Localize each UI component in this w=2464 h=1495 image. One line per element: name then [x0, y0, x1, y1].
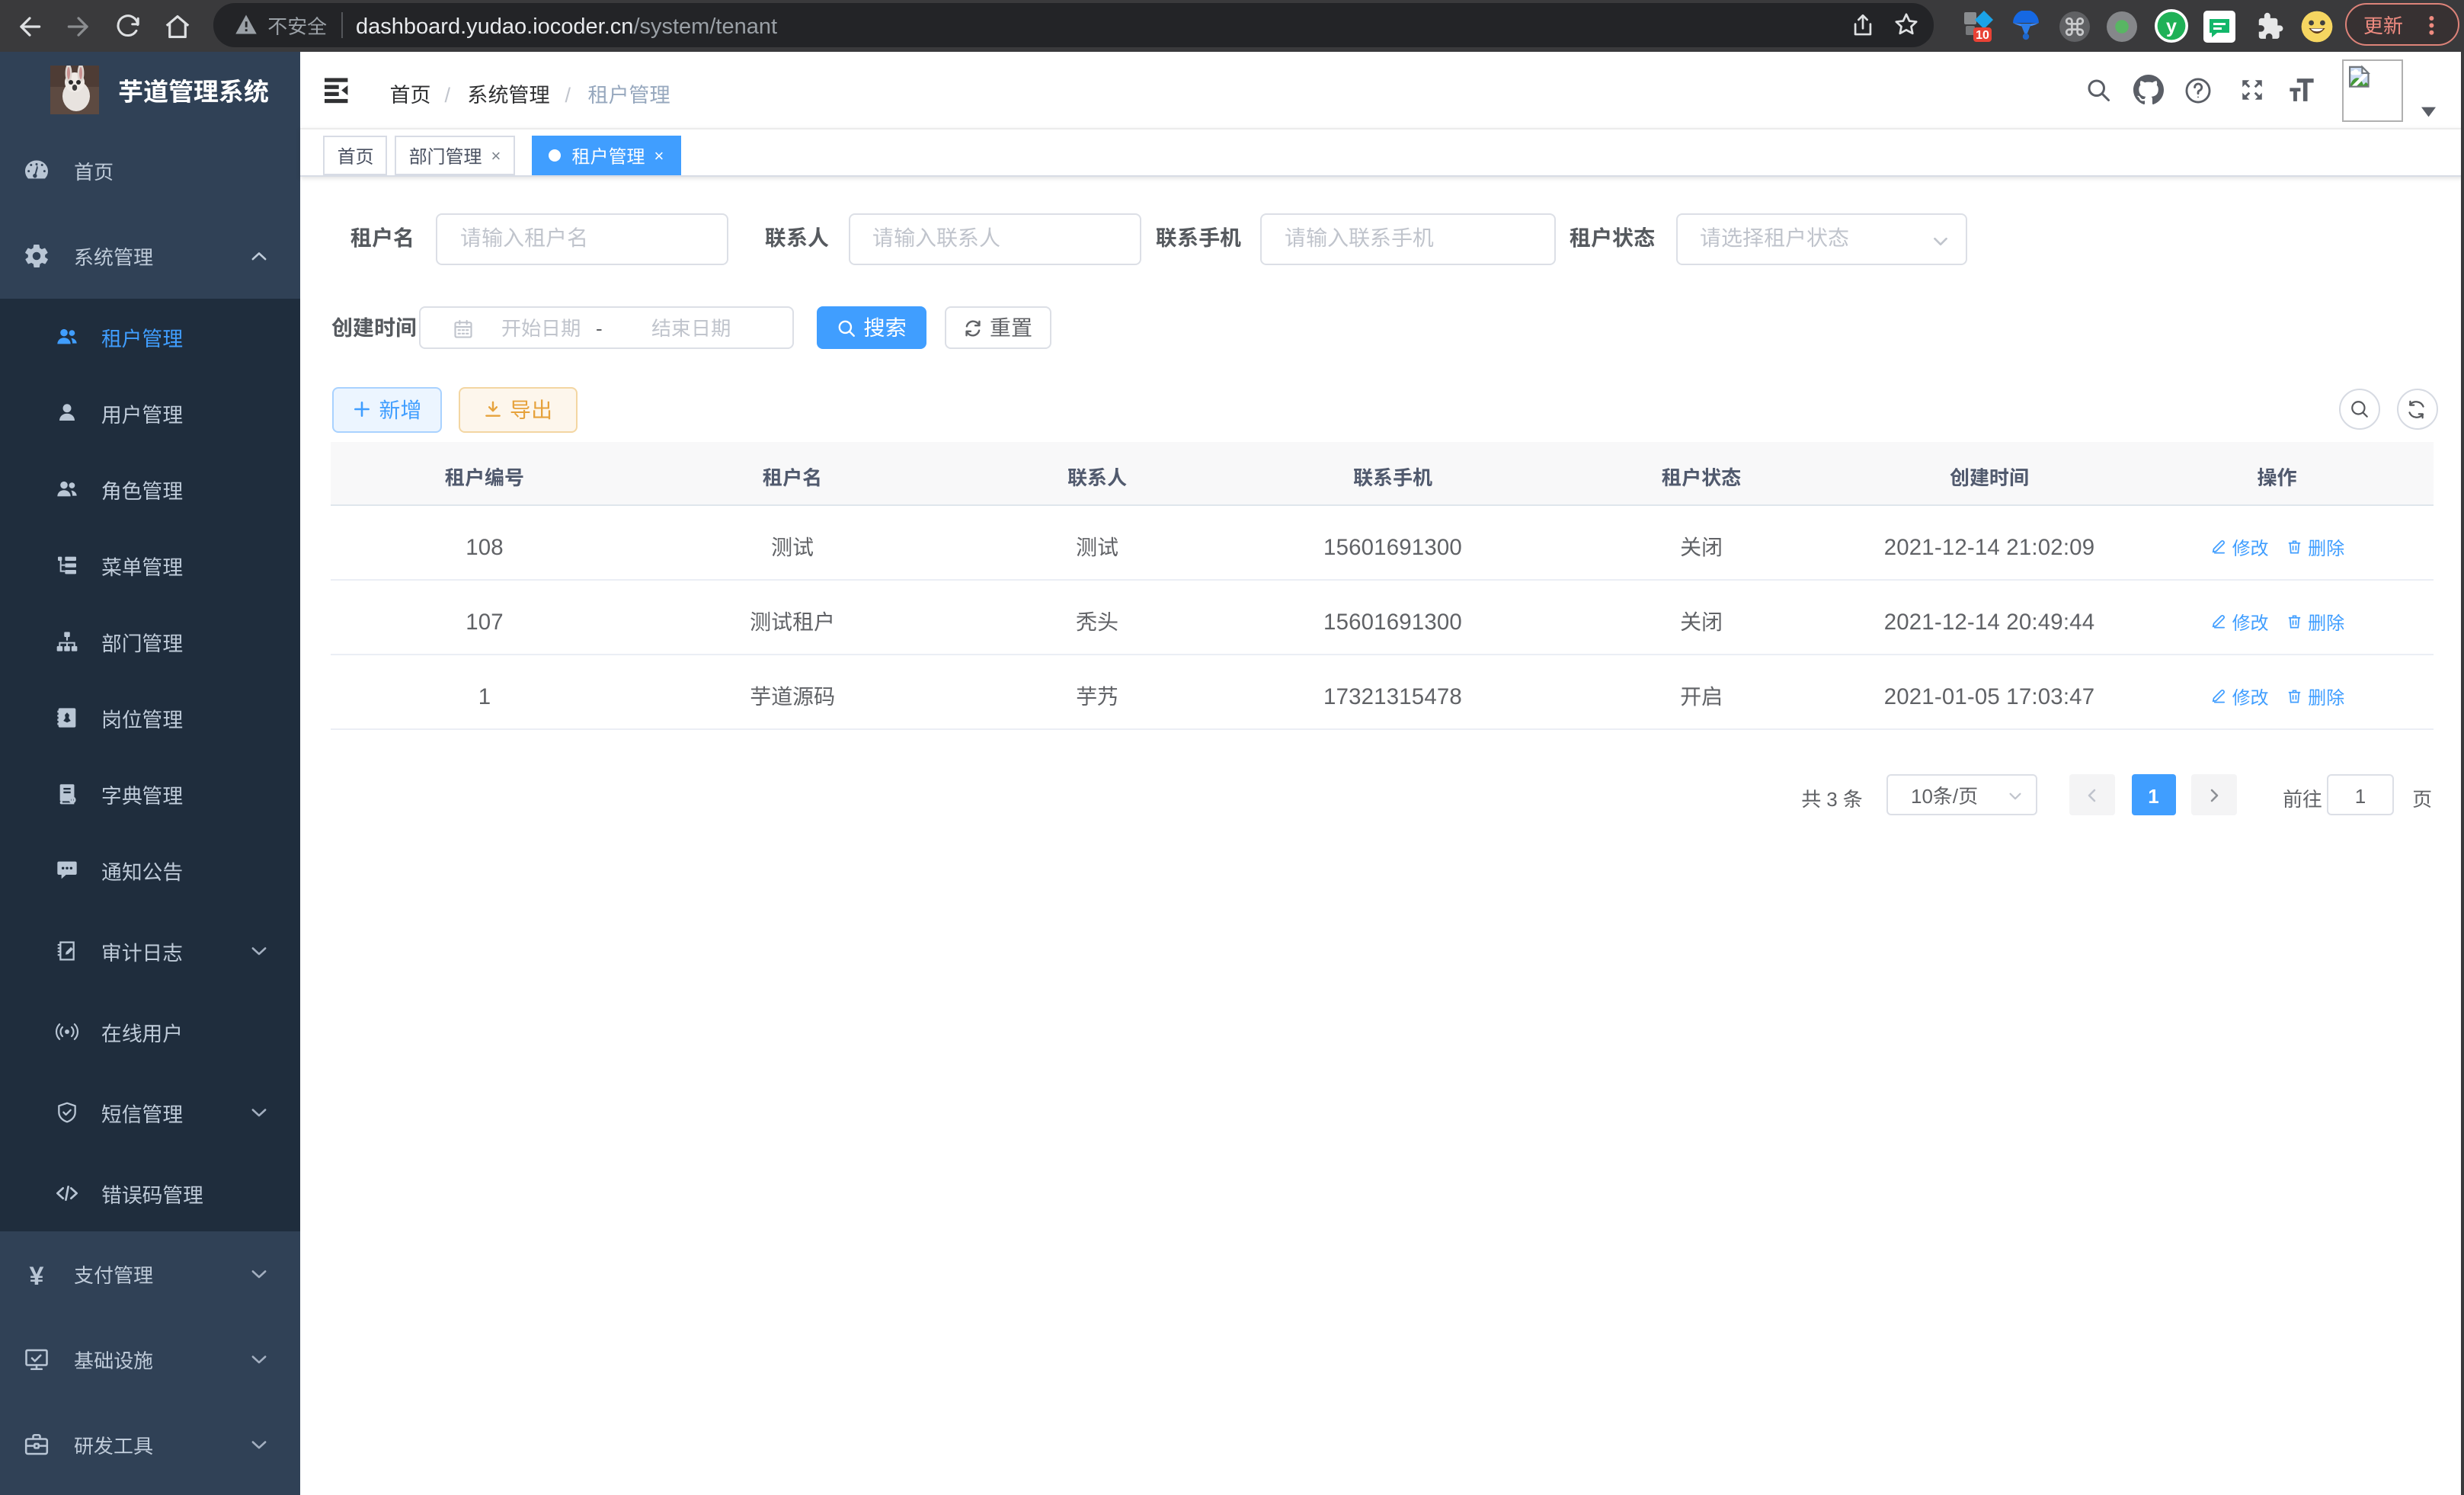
- svg-text:y: y: [2165, 11, 2176, 39]
- svg-text:10: 10: [1976, 24, 1989, 43]
